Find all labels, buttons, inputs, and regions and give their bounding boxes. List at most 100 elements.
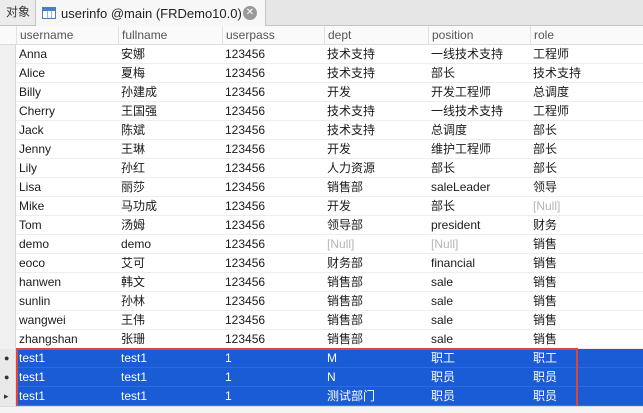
- close-icon[interactable]: ✕: [243, 6, 257, 20]
- table-row[interactable]: demo demo 123456 [Null] [Null] 销售: [0, 235, 643, 254]
- cell-userpass[interactable]: 1: [222, 349, 324, 368]
- cell-userpass[interactable]: 123456: [222, 292, 324, 311]
- cell-userpass[interactable]: 123456: [222, 311, 324, 330]
- cell-position[interactable]: [Null]: [428, 235, 530, 254]
- cell-userpass[interactable]: 123456: [222, 273, 324, 292]
- cell-username[interactable]: wangwei: [16, 311, 118, 330]
- cell-username[interactable]: Cherry: [16, 102, 118, 121]
- cell-userpass[interactable]: 1: [222, 368, 324, 387]
- cell-dept[interactable]: 技术支持: [324, 45, 428, 64]
- row-gutter[interactable]: [0, 140, 16, 159]
- cell-role[interactable]: 职工: [530, 349, 643, 368]
- cell-fullname[interactable]: demo: [118, 235, 222, 254]
- cell-fullname[interactable]: 张珊: [118, 330, 222, 349]
- cell-dept[interactable]: 开发: [324, 140, 428, 159]
- cell-dept[interactable]: 开发: [324, 197, 428, 216]
- cell-role[interactable]: 销售: [530, 273, 643, 292]
- cell-fullname[interactable]: 夏梅: [118, 64, 222, 83]
- cell-dept[interactable]: 开发: [324, 83, 428, 102]
- cell-userpass[interactable]: 123456: [222, 159, 324, 178]
- cell-dept[interactable]: 财务部: [324, 254, 428, 273]
- cell-username[interactable]: Tom: [16, 216, 118, 235]
- cell-position[interactable]: president: [428, 216, 530, 235]
- cell-position[interactable]: 开发工程师: [428, 83, 530, 102]
- cell-username[interactable]: sunlin: [16, 292, 118, 311]
- cell-fullname[interactable]: 汤姆: [118, 216, 222, 235]
- cell-username[interactable]: hanwen: [16, 273, 118, 292]
- table-row[interactable]: Lily 孙红 123456 人力资源 部长 部长: [0, 159, 643, 178]
- cell-username[interactable]: Anna: [16, 45, 118, 64]
- cell-role[interactable]: 工程师: [530, 45, 643, 64]
- cell-fullname[interactable]: 孙林: [118, 292, 222, 311]
- cell-dept[interactable]: 测试部门: [324, 387, 428, 406]
- cell-position[interactable]: 维护工程师: [428, 140, 530, 159]
- table-row[interactable]: Jack 陈斌 123456 技术支持 总调度 部长: [0, 121, 643, 140]
- table-row[interactable]: ▸ test1 test1 1 测试部门 职员 职员: [0, 387, 643, 406]
- cell-dept[interactable]: M: [324, 349, 428, 368]
- cell-role[interactable]: 技术支持: [530, 64, 643, 83]
- row-gutter[interactable]: ▸: [0, 387, 16, 406]
- cell-dept[interactable]: 领导部: [324, 216, 428, 235]
- row-gutter[interactable]: [0, 159, 16, 178]
- cell-fullname[interactable]: 艾可: [118, 254, 222, 273]
- cell-dept[interactable]: N: [324, 368, 428, 387]
- cell-role[interactable]: 销售: [530, 235, 643, 254]
- table-row[interactable]: Mike 马功成 123456 开发 部长 [Null]: [0, 197, 643, 216]
- cell-fullname[interactable]: 王国强: [118, 102, 222, 121]
- cell-userpass[interactable]: 123456: [222, 330, 324, 349]
- tab-userinfo[interactable]: userinfo @main (FRDemo10.0) ✕: [36, 0, 266, 26]
- cell-position[interactable]: sale: [428, 330, 530, 349]
- cell-username[interactable]: Mike: [16, 197, 118, 216]
- column-header-userpass[interactable]: userpass: [222, 26, 324, 45]
- cell-username[interactable]: Lisa: [16, 178, 118, 197]
- cell-position[interactable]: sale: [428, 273, 530, 292]
- row-gutter[interactable]: ●: [0, 368, 16, 387]
- cell-username[interactable]: eoco: [16, 254, 118, 273]
- cell-userpass[interactable]: 123456: [222, 197, 324, 216]
- cell-position[interactable]: saleLeader: [428, 178, 530, 197]
- cell-dept[interactable]: 销售部: [324, 311, 428, 330]
- cell-dept[interactable]: [Null]: [324, 235, 428, 254]
- table-row[interactable]: eoco 艾可 123456 财务部 financial 销售: [0, 254, 643, 273]
- cell-fullname[interactable]: 王琳: [118, 140, 222, 159]
- cell-role[interactable]: 部长: [530, 121, 643, 140]
- cell-userpass[interactable]: 123456: [222, 178, 324, 197]
- column-header-username[interactable]: username: [16, 26, 118, 45]
- cell-position[interactable]: financial: [428, 254, 530, 273]
- column-header-role[interactable]: role: [530, 26, 643, 45]
- table-row[interactable]: Tom 汤姆 123456 领导部 president 财务: [0, 216, 643, 235]
- row-gutter[interactable]: ●: [0, 349, 16, 368]
- column-header-fullname[interactable]: fullname: [118, 26, 222, 45]
- cell-userpass[interactable]: 123456: [222, 102, 324, 121]
- cell-username[interactable]: Alice: [16, 64, 118, 83]
- row-gutter[interactable]: [0, 330, 16, 349]
- cell-fullname[interactable]: 陈斌: [118, 121, 222, 140]
- cell-dept[interactable]: 技术支持: [324, 64, 428, 83]
- cell-username[interactable]: zhangshan: [16, 330, 118, 349]
- cell-position[interactable]: sale: [428, 292, 530, 311]
- cell-userpass[interactable]: 123456: [222, 235, 324, 254]
- row-gutter[interactable]: [0, 64, 16, 83]
- cell-position[interactable]: 一线技术支持: [428, 102, 530, 121]
- cell-username[interactable]: Billy: [16, 83, 118, 102]
- row-gutter[interactable]: [0, 216, 16, 235]
- cell-position[interactable]: 职工: [428, 349, 530, 368]
- cell-dept[interactable]: 人力资源: [324, 159, 428, 178]
- cell-position[interactable]: 部长: [428, 64, 530, 83]
- table-row[interactable]: Lisa 丽莎 123456 销售部 saleLeader 领导: [0, 178, 643, 197]
- cell-username[interactable]: test1: [16, 387, 118, 406]
- cell-dept[interactable]: 技术支持: [324, 102, 428, 121]
- table-row[interactable]: hanwen 韩文 123456 销售部 sale 销售: [0, 273, 643, 292]
- table-row[interactable]: Cherry 王国强 123456 技术支持 一线技术支持 工程师: [0, 102, 643, 121]
- cell-position[interactable]: 部长: [428, 159, 530, 178]
- cell-role[interactable]: 工程师: [530, 102, 643, 121]
- cell-role[interactable]: 销售: [530, 254, 643, 273]
- row-gutter[interactable]: [0, 178, 16, 197]
- row-gutter[interactable]: [0, 83, 16, 102]
- cell-role[interactable]: 销售: [530, 311, 643, 330]
- cell-fullname[interactable]: test1: [118, 368, 222, 387]
- cell-username[interactable]: demo: [16, 235, 118, 254]
- row-gutter[interactable]: [0, 102, 16, 121]
- cell-username[interactable]: Jack: [16, 121, 118, 140]
- cell-position[interactable]: 部长: [428, 197, 530, 216]
